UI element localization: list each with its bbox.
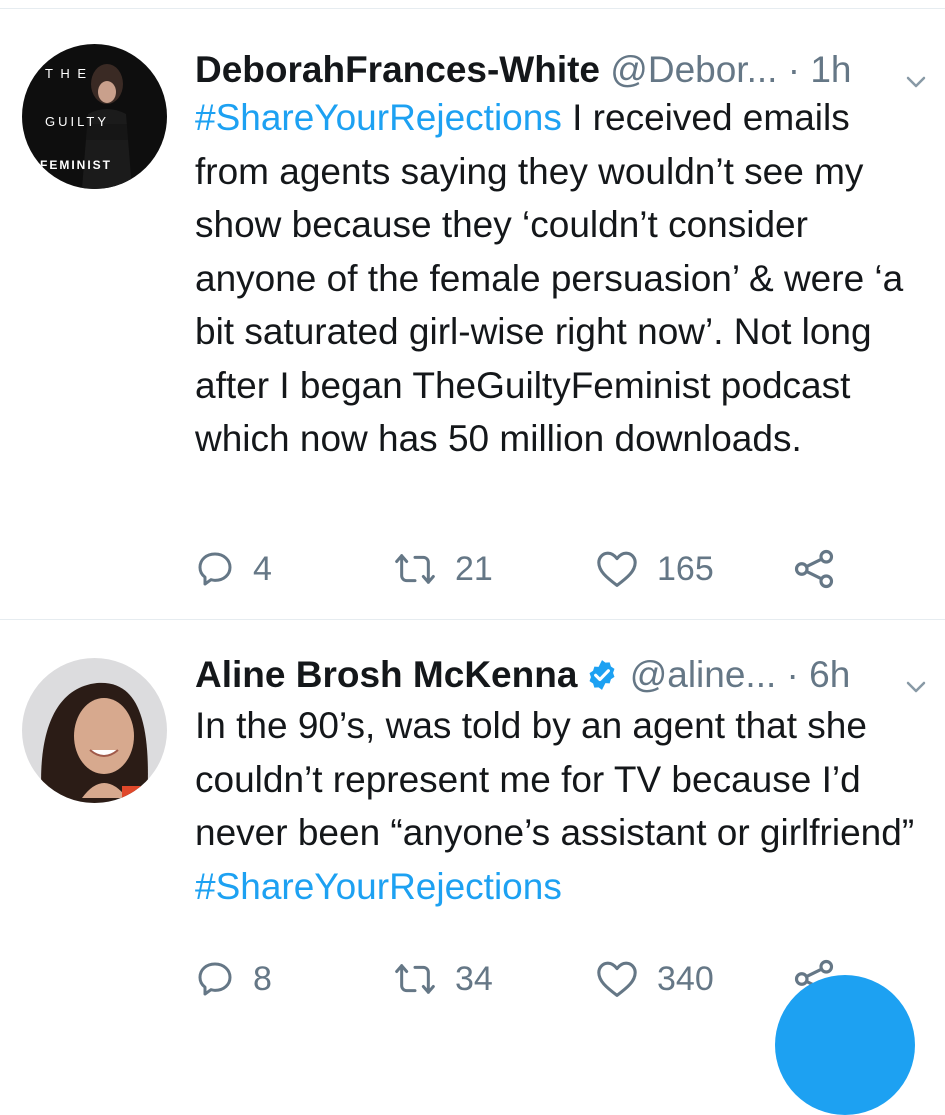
heart-icon xyxy=(597,961,637,997)
like-count: 165 xyxy=(657,549,714,588)
author-handle[interactable]: @Debor... xyxy=(610,49,777,90)
avatar-image: T H E GUILTY FEMINIST xyxy=(22,44,167,189)
tweet-header: DeborahFrances-White @Debor... · 1h xyxy=(195,43,930,97)
chevron-down-icon[interactable] xyxy=(902,662,930,693)
separator-dot: · xyxy=(786,654,799,695)
action-bar: 8 34 340 xyxy=(195,954,875,1004)
chevron-down-icon[interactable] xyxy=(902,57,930,88)
retweet-count: 21 xyxy=(455,549,493,588)
hashtag-link[interactable]: #ShareYourRejections xyxy=(195,866,562,907)
svg-text:T H E: T H E xyxy=(45,66,88,81)
compose-tweet-button[interactable] xyxy=(775,975,915,1115)
tweet-text-segment: In the 90’s, was told by an agent that s… xyxy=(195,705,915,853)
tweet-header: Aline Brosh McKenna @aline... · 6h xyxy=(195,648,930,702)
share-button[interactable] xyxy=(793,544,853,594)
action-bar: 4 21 165 xyxy=(195,544,875,594)
retweet-button[interactable]: 21 xyxy=(393,544,493,594)
timestamp[interactable]: 6h xyxy=(809,654,850,695)
avatar[interactable] xyxy=(22,658,167,803)
retweet-icon xyxy=(395,554,435,584)
svg-text:FEMINIST: FEMINIST xyxy=(40,158,112,172)
reply-icon xyxy=(198,552,232,586)
like-button[interactable]: 340 xyxy=(595,954,714,1004)
reply-count: 4 xyxy=(253,549,272,588)
verified-badge-icon xyxy=(585,653,619,690)
avatar-image xyxy=(22,658,167,803)
reply-button[interactable]: 4 xyxy=(195,544,272,594)
author-name[interactable]: Aline Brosh McKenna xyxy=(195,654,577,695)
tweet[interactable]: T H E GUILTY FEMINIST DeborahFrances-Whi… xyxy=(0,9,945,619)
svg-text:GUILTY: GUILTY xyxy=(45,114,109,129)
timestamp[interactable]: 1h xyxy=(810,49,851,90)
tweet[interactable]: Aline Brosh McKenna @aline... · 6h In th… xyxy=(0,620,945,1024)
like-button[interactable]: 165 xyxy=(595,544,714,594)
retweet-button[interactable]: 34 xyxy=(393,954,493,1004)
separator-dot: · xyxy=(787,49,801,90)
retweet-count: 34 xyxy=(455,959,493,998)
reply-count: 8 xyxy=(253,959,272,998)
reply-icon xyxy=(198,962,232,996)
tweet-text: In the 90’s, was told by an agent that s… xyxy=(195,699,930,913)
reply-button[interactable]: 8 xyxy=(195,954,272,1004)
tweet-text-segment: I received emails from agents saying the… xyxy=(195,97,904,459)
author-name[interactable]: DeborahFrances-White xyxy=(195,49,600,90)
author-handle[interactable]: @aline... xyxy=(630,654,777,695)
like-count: 340 xyxy=(657,959,714,998)
share-icon xyxy=(794,549,834,589)
tweet-text: #ShareYourRejections I received emails f… xyxy=(195,91,930,466)
retweet-icon xyxy=(395,964,435,994)
heart-icon xyxy=(597,551,637,587)
hashtag-link[interactable]: #ShareYourRejections xyxy=(195,97,562,138)
avatar[interactable]: T H E GUILTY FEMINIST xyxy=(22,44,167,189)
